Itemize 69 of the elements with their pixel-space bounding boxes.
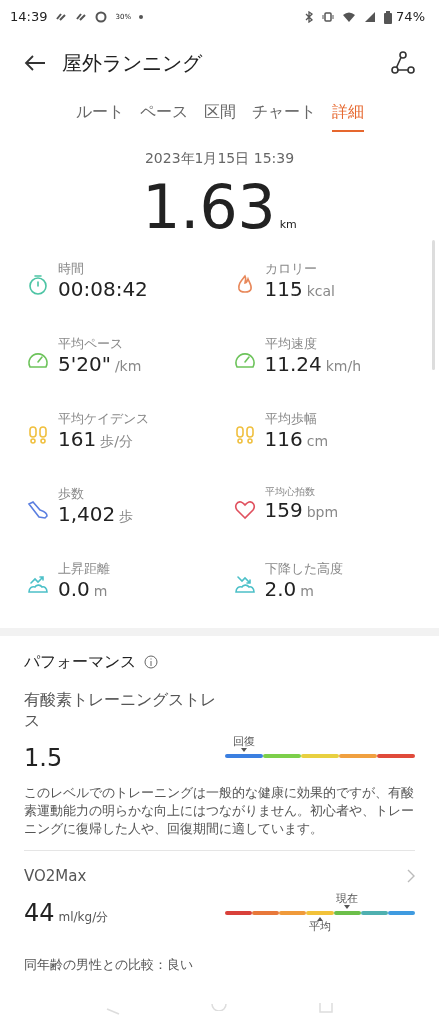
dot-icon [139,15,144,19]
distance-unit: km [279,216,297,233]
recents-nav-icon[interactable] [319,1002,334,1013]
notification-icon [75,11,88,23]
metric-value: 00:08:42 [58,276,148,301]
metric-label: VO2Max [24,865,87,887]
battery-text: 74% [396,8,425,27]
marker-label: 平均 [309,921,331,934]
metric-label: 平均速度 [264,336,318,352]
metric-unit: km/h [325,357,362,375]
back-button[interactable] [24,54,46,72]
wifi-icon [342,11,357,23]
metric-unit: 歩 [119,507,134,525]
metric-label: 下降した高度 [264,561,343,577]
tab[interactable]: 詳細 [331,96,364,132]
date-text: 2023年1月15日 15:39 [143,149,296,168]
notification-icon [55,11,68,23]
metric-unit: m [93,582,108,600]
metric-value: 159 [264,498,303,522]
page-title: 屋外ランニング [62,50,202,77]
comparison-text: 同年齢の男性との比較：良い [24,956,194,975]
tab[interactable]: ルート [75,96,124,132]
metric-label: 平均心拍数 [264,486,316,498]
marker-label: 回復 [233,735,255,748]
metric-value: 1,402 [58,501,116,526]
metric-value: 5'20" [58,351,111,376]
metric-label: 平均ペース [58,336,124,352]
distance-value: 1.63 [142,177,276,237]
info-icon[interactable] [144,655,158,669]
metric-unit: 歩/分 [100,432,133,450]
metric-value: 161 [58,426,97,451]
metric-unit: /km [114,357,142,375]
metric-unit: kcal [306,282,335,300]
metric-value: 115 [264,276,303,301]
metric-label: カロリー [264,261,318,277]
marker-label: 現在 [336,893,359,906]
signal-icon [364,11,377,23]
metric-unit: m [300,582,314,600]
route-icon [391,51,415,75]
notification-icon [95,11,108,23]
back-icon [24,54,46,72]
vo2-unit: ml/kg/分 [58,909,109,927]
tab[interactable]: チャート [251,96,316,132]
details-button[interactable] [407,869,415,884]
metric-label: 時間 [58,261,85,277]
metric-label: 上昇距離 [58,561,110,577]
vibrate-icon [322,11,335,23]
section-title: パフォーマンス [24,651,136,673]
metric-label: 歩数 [58,486,85,502]
metric-value: 116 [264,426,303,451]
metric-unit: cm [306,432,329,450]
metric-unit: bpm [306,504,339,521]
battery-icon [384,10,393,24]
clock-text: 14:39 [10,8,48,27]
metric-label: 平均歩幅 [264,411,318,427]
route-button[interactable] [391,51,415,75]
metric-value: 0.0 [58,576,90,601]
vo2-value: 44 [24,898,55,930]
metric-label: 有酸素トレーニングストレス [24,690,217,732]
chevron-right-icon [407,869,415,884]
tab[interactable]: ペース [139,96,188,132]
metric-label: 平均ケイデンス [58,411,149,427]
stress-value: 1.5 [24,742,64,774]
bluetooth-icon [304,11,315,23]
tab[interactable]: 区間 [203,96,236,132]
metric-value: 2.0 [264,576,297,601]
home-nav-icon[interactable] [211,1002,228,1011]
description-text: このレベルでのトレーニングは一般的な健康に効果的ですが、有酸素運動能力の明らかな向上にはつながりません。初心者や、トレーニングに復帰した人や、回復期間に適しています。 [24,783,415,838]
metric-value: 11.24 [264,351,322,376]
